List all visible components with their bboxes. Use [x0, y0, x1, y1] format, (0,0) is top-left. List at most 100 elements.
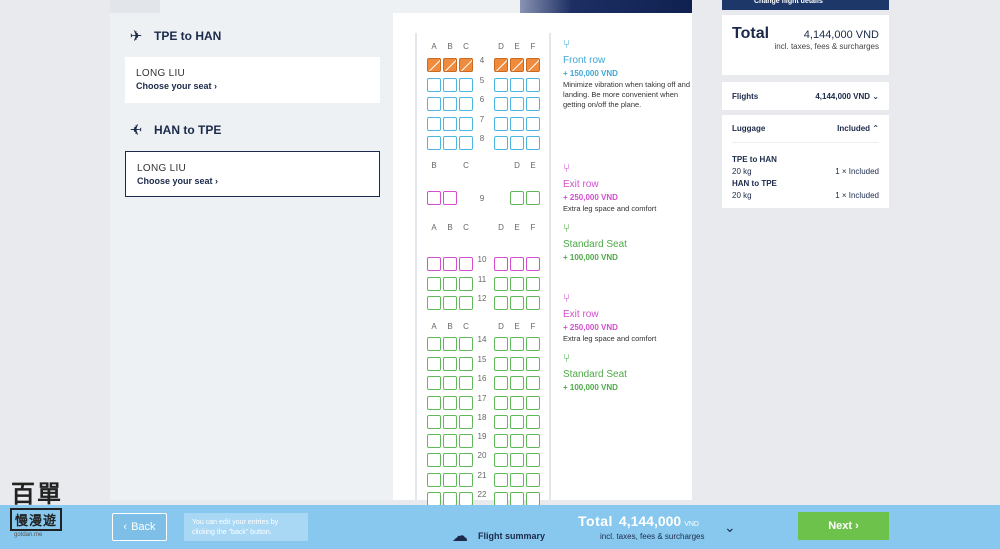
- seat-std[interactable]: [443, 337, 457, 351]
- seat-std[interactable]: [427, 492, 441, 506]
- seat-std[interactable]: [526, 473, 540, 487]
- seat-std[interactable]: [494, 376, 508, 390]
- seat-std[interactable]: [427, 296, 441, 310]
- seat-front[interactable]: [443, 97, 457, 111]
- seat-std[interactable]: [427, 434, 441, 448]
- seat-front[interactable]: [427, 97, 441, 111]
- seat-front[interactable]: [526, 78, 540, 92]
- seat-std[interactable]: [494, 277, 508, 291]
- seat-front[interactable]: [494, 78, 508, 92]
- seat-std[interactable]: [427, 396, 441, 410]
- seat-front[interactable]: [443, 78, 457, 92]
- seat-std[interactable]: [510, 296, 524, 310]
- seat-std[interactable]: [427, 337, 441, 351]
- seat-std[interactable]: [459, 357, 473, 371]
- seat-std[interactable]: [459, 453, 473, 467]
- seat-front[interactable]: [494, 136, 508, 150]
- seat-std[interactable]: [443, 453, 457, 467]
- seat-std[interactable]: [494, 296, 508, 310]
- seat-std[interactable]: [427, 415, 441, 429]
- seat-exit[interactable]: [427, 257, 441, 271]
- seat-std[interactable]: [526, 376, 540, 390]
- passenger-card-flight1[interactable]: LONG LIU Choose your seat ›: [125, 57, 380, 103]
- seat-std[interactable]: [443, 396, 457, 410]
- seat-std[interactable]: [459, 296, 473, 310]
- seat-std[interactable]: [494, 492, 508, 506]
- seat-std[interactable]: [459, 415, 473, 429]
- seat-std[interactable]: [526, 453, 540, 467]
- choose-seat-link[interactable]: Choose your seat ›: [136, 81, 369, 91]
- seat-front[interactable]: [510, 97, 524, 111]
- seat-std[interactable]: [427, 453, 441, 467]
- seat-std[interactable]: [510, 396, 524, 410]
- seat-std[interactable]: [526, 277, 540, 291]
- seat-front[interactable]: [459, 136, 473, 150]
- seat-std[interactable]: [526, 434, 540, 448]
- seat-front[interactable]: [427, 136, 441, 150]
- seat-std[interactable]: [459, 376, 473, 390]
- seat-std[interactable]: [526, 415, 540, 429]
- seat-exit[interactable]: [459, 257, 473, 271]
- seat-std[interactable]: [494, 473, 508, 487]
- seat-std[interactable]: [510, 191, 524, 205]
- seat-std[interactable]: [443, 415, 457, 429]
- choose-seat-link[interactable]: Choose your seat ›: [137, 176, 368, 186]
- seat-std[interactable]: [427, 473, 441, 487]
- flights-row[interactable]: Flights 4,144,000 VND ⌄: [722, 82, 889, 110]
- seat-front[interactable]: [459, 78, 473, 92]
- seat-front[interactable]: [494, 97, 508, 111]
- seat-front[interactable]: [427, 117, 441, 131]
- seat-front[interactable]: [510, 78, 524, 92]
- seat-std[interactable]: [443, 376, 457, 390]
- seat-exit[interactable]: [443, 191, 457, 205]
- seat-front[interactable]: [526, 97, 540, 111]
- back-button[interactable]: ‹ Back: [112, 513, 167, 541]
- seat-std[interactable]: [510, 337, 524, 351]
- change-flight-button[interactable]: Change flight details: [722, 0, 889, 10]
- seat-front[interactable]: [510, 136, 524, 150]
- seat-std[interactable]: [510, 453, 524, 467]
- seat-std[interactable]: [494, 337, 508, 351]
- seat-std[interactable]: [443, 492, 457, 506]
- seat-front[interactable]: [443, 136, 457, 150]
- seat-std[interactable]: [526, 337, 540, 351]
- seat-std[interactable]: [494, 453, 508, 467]
- seat-std[interactable]: [459, 492, 473, 506]
- seat-std[interactable]: [443, 296, 457, 310]
- seat-std[interactable]: [510, 277, 524, 291]
- seat-std[interactable]: [494, 415, 508, 429]
- seat-std[interactable]: [427, 357, 441, 371]
- seat-std[interactable]: [510, 357, 524, 371]
- seat-std[interactable]: [510, 492, 524, 506]
- seat-front[interactable]: [510, 117, 524, 131]
- seat-exit[interactable]: [427, 191, 441, 205]
- seat-std[interactable]: [443, 357, 457, 371]
- seat-std[interactable]: [459, 396, 473, 410]
- chevron-down-icon[interactable]: ⌄: [724, 519, 736, 536]
- seat-std[interactable]: [494, 434, 508, 448]
- seat-std[interactable]: [526, 296, 540, 310]
- luggage-header[interactable]: Luggage Included ⌃: [732, 115, 879, 143]
- seat-std[interactable]: [526, 357, 540, 371]
- next-button[interactable]: Next ›: [798, 512, 889, 540]
- seat-std[interactable]: [526, 396, 540, 410]
- seat-std[interactable]: [427, 376, 441, 390]
- seat-front[interactable]: [526, 117, 540, 131]
- seat-std[interactable]: [526, 191, 540, 205]
- seat-front[interactable]: [427, 78, 441, 92]
- seat-std[interactable]: [510, 376, 524, 390]
- seat-std[interactable]: [510, 415, 524, 429]
- seat-std[interactable]: [443, 473, 457, 487]
- seat-std[interactable]: [459, 434, 473, 448]
- seat-std[interactable]: [526, 492, 540, 506]
- passenger-card-flight2[interactable]: LONG LIU Choose your seat ›: [125, 151, 380, 197]
- seat-front[interactable]: [443, 117, 457, 131]
- seat-exit[interactable]: [494, 257, 508, 271]
- seat-front[interactable]: [459, 97, 473, 111]
- seat-exit[interactable]: [526, 257, 540, 271]
- seat-front[interactable]: [459, 117, 473, 131]
- flight-summary-toggle[interactable]: ☁ Flight summary: [452, 526, 545, 546]
- seat-std[interactable]: [459, 473, 473, 487]
- seat-front[interactable]: [494, 117, 508, 131]
- seat-std[interactable]: [427, 277, 441, 291]
